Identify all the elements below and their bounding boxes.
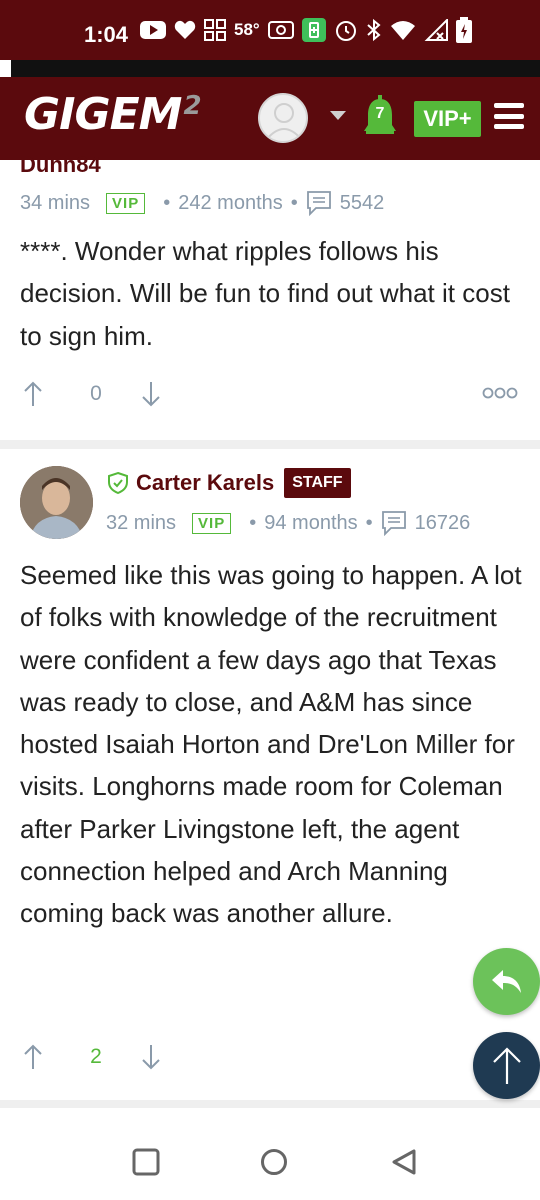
post-meta: 34 mins VIP • 242 months • 5542 — [20, 190, 384, 216]
camera-icon — [267, 18, 294, 42]
post-divider — [0, 440, 540, 449]
alarm-icon — [334, 18, 358, 42]
downvote-icon[interactable] — [138, 1044, 164, 1070]
post-meta: 32 mins VIP • 94 months • 16726 — [106, 510, 470, 536]
system-nav-bar — [0, 1108, 540, 1200]
chevron-down-icon[interactable] — [330, 111, 346, 120]
vote-count: 2 — [90, 1045, 102, 1068]
upvote-icon[interactable] — [20, 381, 46, 407]
site-logo[interactable]: GIGEM2 — [24, 89, 202, 140]
post-divider — [0, 1100, 540, 1108]
meta-separator: • — [163, 191, 171, 214]
member-tenure: 242 months — [178, 191, 283, 214]
signal-icon — [424, 18, 448, 42]
back-button[interactable] — [390, 1148, 418, 1176]
app-header: GIGEM2 7 VIP+ — [0, 77, 540, 160]
message-icon — [381, 510, 407, 536]
status-icons: 58° — [140, 17, 472, 43]
user-placeholder-icon — [266, 103, 302, 140]
member-tenure: 94 months — [264, 511, 358, 534]
reply-button[interactable] — [473, 948, 540, 1015]
post-body: ****. Wonder what ripples follows his de… — [20, 236, 510, 351]
home-button[interactable] — [260, 1148, 288, 1176]
vote-count: 0 — [90, 382, 102, 405]
menu-bar — [494, 113, 524, 119]
meta-separator: • — [249, 511, 257, 534]
staff-badge: STAFF — [284, 468, 351, 498]
progress-fill — [0, 60, 11, 77]
meta-separator: • — [290, 191, 298, 214]
logo-text: GIGEM — [24, 89, 182, 140]
vote-row: 0 — [20, 381, 164, 407]
message-icon — [306, 190, 332, 216]
meta-separator: • — [365, 511, 373, 534]
square-icon — [132, 1148, 160, 1176]
temperature: 58° — [234, 20, 260, 39]
battery-icon — [455, 17, 472, 43]
more-options-icon[interactable] — [482, 386, 518, 400]
recents-button[interactable] — [132, 1148, 160, 1176]
reply-icon — [491, 969, 521, 993]
author-row: Carter Karels STAFF — [106, 468, 351, 498]
page-progress-bar — [0, 60, 540, 77]
vip-badge: VIP — [106, 192, 146, 214]
vote-row: 2 — [20, 1044, 164, 1070]
notifications-button[interactable]: 7 — [362, 95, 398, 139]
triangle-back-icon — [392, 1149, 416, 1175]
author-avatar[interactable] — [20, 466, 93, 539]
menu-bar — [494, 124, 524, 129]
progress-track — [0, 60, 540, 77]
post-author-name[interactable]: Carter Karels — [136, 470, 274, 496]
verified-shield-icon — [106, 471, 130, 495]
battery-saver-icon — [301, 18, 326, 42]
user-avatar-button[interactable] — [258, 93, 308, 143]
post-time: 32 mins — [106, 511, 177, 534]
arrow-up-icon — [492, 1046, 521, 1084]
logo-superscript: 2 — [183, 91, 201, 121]
circle-icon — [261, 1149, 287, 1175]
post-time: 34 mins — [20, 191, 91, 214]
vip-plus-button[interactable]: VIP+ — [414, 101, 481, 137]
post-count: 5542 — [339, 191, 385, 214]
scroll-to-top-button[interactable] — [473, 1032, 540, 1099]
notification-count: 7 — [375, 105, 385, 122]
bluetooth-icon — [366, 18, 382, 42]
downvote-icon[interactable] — [138, 381, 164, 407]
upvote-icon[interactable] — [20, 1044, 46, 1070]
menu-bar — [494, 103, 524, 108]
post-count: 16726 — [414, 511, 471, 534]
post-author-name[interactable]: Dunn84 — [20, 152, 101, 176]
post-body: Seemed like this was going to happen. A … — [20, 560, 522, 929]
hamburger-menu-button[interactable] — [494, 103, 524, 129]
grid-icon — [204, 18, 226, 42]
heart-icon — [174, 18, 196, 42]
youtube-icon — [140, 18, 166, 42]
status-time: 1:04 — [84, 22, 129, 47]
status-bar: 1:04 58° — [0, 0, 540, 60]
wifi-icon — [390, 18, 416, 42]
vip-badge: VIP — [192, 512, 232, 534]
